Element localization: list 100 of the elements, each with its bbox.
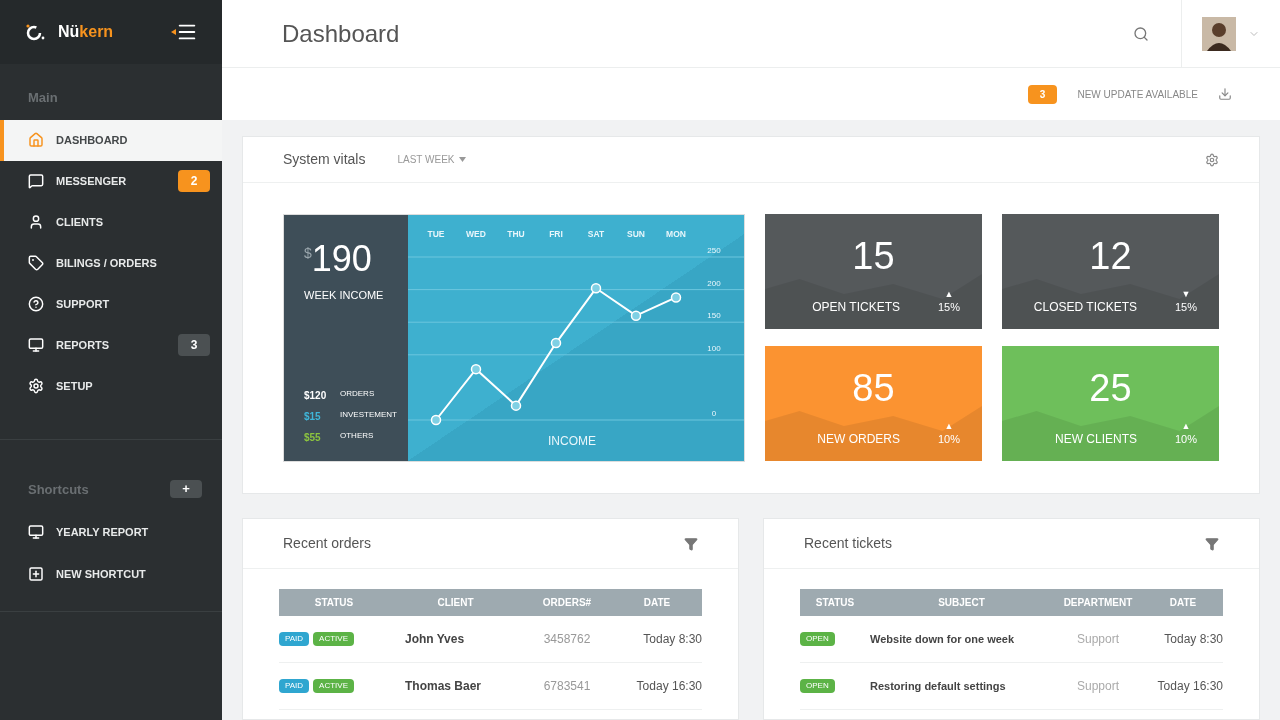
income-amount: 190: [311, 239, 372, 279]
count-badge: 2: [178, 170, 210, 192]
table-cell-text: Support: [1076, 631, 1120, 648]
breakdown-label: INVESTEMENT: [340, 409, 397, 421]
breakdown-label: OTHERS: [340, 430, 374, 442]
column-header: DATE: [642, 596, 672, 610]
axis-label: SAT: [587, 229, 605, 239]
table-cell-text: Website down for one week: [870, 631, 1016, 647]
breakdown-amount: $120: [304, 389, 328, 403]
stat-change: 15%: [938, 300, 960, 315]
data-point: [510, 400, 522, 411]
sidebar-item[interactable]: CLIENTS: [0, 201, 222, 243]
axis-label: 200: [707, 278, 721, 288]
trend-arrow: ▼: [1181, 290, 1191, 299]
status-tag: PAID: [279, 679, 310, 693]
avatar[interactable]: [1202, 16, 1236, 51]
axis-label: 250: [707, 246, 721, 255]
add-icon: [28, 566, 44, 582]
table-cell-text: Support: [1076, 678, 1120, 695]
table-cell-text: Thomas Baer: [404, 678, 483, 695]
axis-label: 100: [707, 343, 721, 353]
data-point: [430, 414, 442, 426]
page-title: Dashboard: [281, 18, 401, 49]
status-tag: PAID: [279, 632, 310, 646]
breakdown-label: ORDERS: [340, 388, 375, 400]
data-point: [670, 292, 682, 303]
table-cell-text: Today 8:30: [642, 631, 702, 648]
table-cell-text: 3458762: [542, 631, 592, 648]
axis-label: MON: [666, 229, 686, 239]
status-tag: OPEN: [800, 632, 835, 646]
breakdown-amount: $15: [304, 410, 322, 424]
data-point: [470, 363, 482, 375]
tag-icon: [28, 255, 44, 271]
sidebar-item[interactable]: SETUP: [0, 365, 222, 407]
column-header: SUBJECT: [937, 596, 986, 610]
trend-arrow: ▲: [1181, 422, 1191, 431]
trend-arrow: ▲: [944, 290, 954, 299]
card-title: Recent orders: [283, 534, 372, 553]
sidebar-item[interactable]: BILINGS / ORDERS: [0, 242, 222, 284]
stat-value: 85: [852, 366, 895, 410]
monitor-icon: [28, 524, 44, 540]
card-title: System vitals: [283, 150, 366, 169]
axis-label: SUN: [627, 229, 645, 239]
stat-change: 15%: [1175, 300, 1197, 315]
data-point: [590, 283, 602, 294]
update-count-badge: 3: [1027, 84, 1058, 104]
column-header: STATUS: [313, 596, 355, 610]
count-badge: 3: [178, 334, 210, 356]
income-label: WEEK INCOME: [304, 288, 385, 303]
breakdown-amount: $55: [304, 431, 322, 445]
user-icon: [28, 214, 44, 230]
stat-value: 25: [1089, 366, 1132, 410]
filter-icon[interactable]: [684, 536, 698, 551]
data-point: [630, 310, 642, 321]
column-header: DATE: [1168, 596, 1198, 610]
stat-label: NEW CLIENTS: [1054, 430, 1138, 448]
column-header: ORDERS#: [541, 596, 593, 610]
data-point: [550, 337, 562, 349]
status-tag: OPEN: [800, 679, 835, 693]
section-heading: Shortcuts: [28, 480, 90, 499]
brand-name: Nükern: [58, 22, 114, 42]
sidebar-item[interactable]: DASHBOARD: [0, 119, 222, 161]
currency-symbol: $: [304, 244, 312, 261]
stat-change: 10%: [938, 432, 960, 447]
axis-label: WED: [466, 229, 486, 239]
home-icon: [28, 132, 44, 148]
filter-icon[interactable]: [1205, 536, 1219, 551]
column-header: DEPARTMENT: [1062, 596, 1134, 610]
table-cell-text: Restoring default settings: [870, 678, 1007, 694]
axis-label: FRI: [549, 229, 563, 239]
stat-label: OPEN TICKETS: [811, 298, 901, 316]
shortcut-item[interactable]: YEARLY REPORT: [0, 511, 222, 553]
chat-icon: [28, 173, 44, 189]
status-tag: ACTIVE: [313, 632, 354, 646]
download-icon[interactable]: [1218, 87, 1232, 101]
logo-icon: [24, 23, 46, 41]
table-cell-text: Today 16:30: [635, 678, 702, 695]
help-icon: [28, 296, 44, 312]
sidebar-item[interactable]: SUPPORT: [0, 283, 222, 325]
section-heading: Main: [27, 89, 59, 107]
sidebar-item[interactable]: MESSENGER 2: [0, 160, 222, 202]
stat-label: CLOSED TICKETS: [1032, 298, 1138, 316]
monitor-icon: [28, 337, 44, 353]
axis-label: THU: [507, 229, 525, 239]
caret-icon: [458, 157, 466, 162]
sidebar-item[interactable]: REPORTS 3: [0, 324, 222, 366]
update-link[interactable]: NEW UPDATE AVAILABLE: [1077, 86, 1198, 102]
table-cell-text: Today 16:30: [1156, 678, 1223, 695]
settings-icon[interactable]: [1205, 152, 1219, 167]
search-icon[interactable]: [1133, 25, 1149, 42]
add-shortcut-button[interactable]: +: [170, 480, 202, 499]
chart-title: INCOME: [548, 434, 596, 448]
trend-arrow: ▲: [944, 422, 954, 431]
status-tag: ACTIVE: [313, 679, 354, 693]
axis-label: 0: [711, 409, 717, 418]
table-cell-text: Today 8:30: [1163, 631, 1223, 648]
column-header: CLIENT: [436, 596, 475, 610]
axis-label: TUE: [427, 229, 445, 239]
stat-value: 12: [1089, 234, 1132, 278]
shortcut-item[interactable]: NEW SHORTCUT: [0, 553, 222, 595]
